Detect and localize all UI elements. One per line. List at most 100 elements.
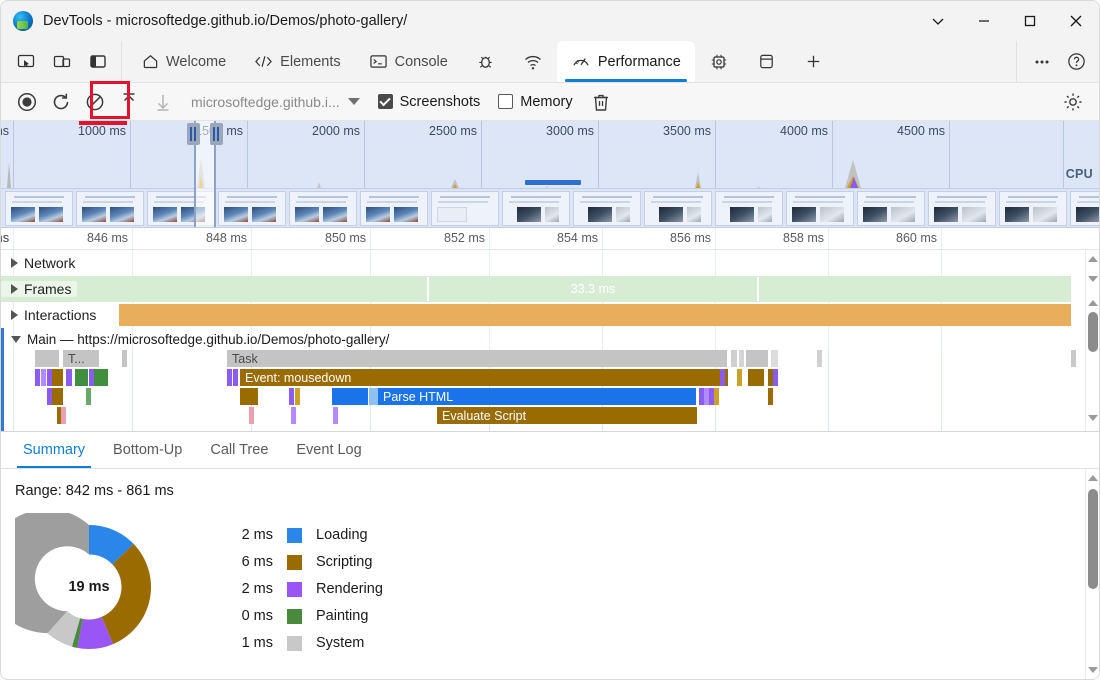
- timeline-scrollbar[interactable]: [1085, 250, 1099, 431]
- main-track-label: Main — https://microsoftedge.github.io/D…: [27, 332, 389, 347]
- device-toolbar-icon[interactable]: [47, 47, 77, 77]
- record-button[interactable]: [11, 87, 43, 117]
- tab-call-tree[interactable]: Call Tree: [196, 432, 282, 468]
- help-icon[interactable]: [1061, 47, 1091, 77]
- memory-checkbox[interactable]: Memory: [498, 94, 572, 110]
- overview-tick: 2000 ms: [312, 124, 360, 138]
- timeline-overview[interactable]: 500 ms 1000 ms 1500 ms 2000 ms 2500 ms 3…: [1, 121, 1099, 228]
- detail-tick: 858 ms: [783, 231, 824, 245]
- scrollbar-thumb[interactable]: [1088, 312, 1098, 352]
- film-frame[interactable]: [218, 191, 286, 226]
- chevron-right-icon[interactable]: [11, 258, 18, 268]
- scrollbar-thumb[interactable]: [1088, 489, 1098, 589]
- scroll-down-icon[interactable]: [1086, 411, 1099, 425]
- legend-item[interactable]: 1 ms System: [221, 635, 383, 651]
- film-frame[interactable]: [5, 191, 73, 226]
- film-frame[interactable]: [715, 191, 783, 226]
- legend-label: Loading: [316, 527, 368, 543]
- interaction-bar[interactable]: [119, 304, 1071, 326]
- selection-handle-right[interactable]: [210, 123, 223, 145]
- flame-bar[interactable]: Task: [227, 350, 727, 367]
- film-frame[interactable]: [857, 191, 925, 226]
- track-network[interactable]: Network: [1, 250, 1085, 276]
- donut-chart[interactable]: 19 ms: [15, 513, 163, 661]
- close-icon[interactable]: [1053, 1, 1099, 41]
- chevron-down-icon[interactable]: [11, 336, 21, 343]
- delete-recording-button[interactable]: [585, 87, 617, 117]
- scroll-up-icon[interactable]: [1086, 471, 1100, 485]
- flame-bar[interactable]: T...: [63, 350, 99, 367]
- overview-selection-window[interactable]: [194, 121, 216, 227]
- tab-memory[interactable]: [695, 41, 743, 82]
- film-strip[interactable]: [1, 188, 1099, 227]
- film-frame[interactable]: [573, 191, 641, 226]
- tab-event-log[interactable]: Event Log: [282, 432, 375, 468]
- dock-side-icon[interactable]: [83, 47, 113, 77]
- track-frames[interactable]: 33.3 ms Frames: [1, 276, 1085, 302]
- tab-bottom-up[interactable]: Bottom-Up: [99, 432, 196, 468]
- track-interactions[interactable]: Interactions: [1, 302, 1085, 328]
- tab-console[interactable]: Console: [355, 41, 462, 82]
- flame-bar-label: T...: [68, 352, 85, 366]
- tab-elements[interactable]: Elements: [240, 41, 354, 82]
- film-frame[interactable]: [502, 191, 570, 226]
- selection-handle-left[interactable]: [187, 123, 200, 145]
- tab-summary[interactable]: Summary: [9, 432, 99, 468]
- tab-network[interactable]: [509, 41, 557, 82]
- minimize-icon[interactable]: [961, 1, 1007, 41]
- clear-button[interactable]: [79, 87, 111, 117]
- dock-controls: [1, 41, 122, 82]
- frame-segment[interactable]: [119, 277, 429, 301]
- scroll-up-small-icon[interactable]: [1086, 252, 1099, 266]
- film-frame[interactable]: [1070, 191, 1099, 226]
- download-profile-button[interactable]: [147, 87, 179, 117]
- timeline-detail[interactable]: s 844 ms 846 ms 848 ms 850 ms 852 ms 854…: [1, 228, 1099, 432]
- legend-label: Rendering: [316, 581, 383, 597]
- summary-scrollbar[interactable]: [1085, 469, 1099, 679]
- film-frame[interactable]: [360, 191, 428, 226]
- legend-item[interactable]: 2 ms Loading: [221, 527, 383, 543]
- film-frame[interactable]: [76, 191, 144, 226]
- tab-welcome[interactable]: Welcome: [128, 41, 240, 82]
- tab-application[interactable]: [743, 41, 790, 82]
- legend-item[interactable]: 2 ms Rendering: [221, 581, 383, 597]
- legend-item[interactable]: 0 ms Painting: [221, 608, 383, 624]
- detail-tick: 844 ms: [1, 231, 9, 245]
- tab-label: Summary: [23, 442, 85, 458]
- overview-red-marker: [79, 121, 127, 125]
- tab-performance[interactable]: Performance: [557, 41, 695, 82]
- reload-and-record-button[interactable]: [45, 87, 77, 117]
- url-selector[interactable]: microsoftedge.github.i...: [191, 94, 360, 110]
- flame-bar[interactable]: Event: mousedown: [240, 369, 728, 386]
- range-label: Range: 842 ms - 861 ms: [15, 483, 1099, 499]
- chevron-right-icon[interactable]: [11, 310, 18, 320]
- maximize-icon[interactable]: [1007, 1, 1053, 41]
- frame-segment[interactable]: 33.3 ms: [429, 277, 759, 301]
- frame-segment[interactable]: [759, 277, 1085, 301]
- gear-icon[interactable]: [1057, 87, 1089, 117]
- film-frame[interactable]: [644, 191, 712, 226]
- screenshots-checkbox[interactable]: Screenshots: [378, 94, 481, 110]
- scroll-down-small-icon[interactable]: [1086, 272, 1099, 286]
- upload-profile-button[interactable]: [113, 87, 145, 117]
- chevron-right-icon[interactable]: [11, 284, 18, 294]
- film-frame[interactable]: [289, 191, 357, 226]
- flame-bar[interactable]: Parse HTML: [378, 388, 696, 405]
- legend-item[interactable]: 6 ms Scripting: [221, 554, 383, 570]
- film-frame[interactable]: [999, 191, 1067, 226]
- film-frame[interactable]: [786, 191, 854, 226]
- tab-sources-debugger[interactable]: [462, 41, 509, 82]
- inspect-element-icon[interactable]: [11, 47, 41, 77]
- flame-chart[interactable]: T... Task Event: mous: [1, 350, 1071, 431]
- main-track[interactable]: Main — https://microsoftedge.github.io/D…: [1, 328, 1085, 431]
- film-frame[interactable]: [928, 191, 996, 226]
- overview-tick: 2500 ms: [429, 124, 477, 138]
- film-frame[interactable]: [431, 191, 499, 226]
- scroll-down-icon[interactable]: [1086, 663, 1100, 677]
- chevron-down-icon[interactable]: [915, 1, 961, 41]
- flame-bar[interactable]: Evaluate Script: [437, 407, 697, 424]
- bug-icon: [476, 52, 495, 71]
- more-tools-icon[interactable]: [1027, 47, 1057, 77]
- add-tab-button[interactable]: [790, 41, 837, 82]
- scroll-up-icon[interactable]: [1086, 296, 1099, 310]
